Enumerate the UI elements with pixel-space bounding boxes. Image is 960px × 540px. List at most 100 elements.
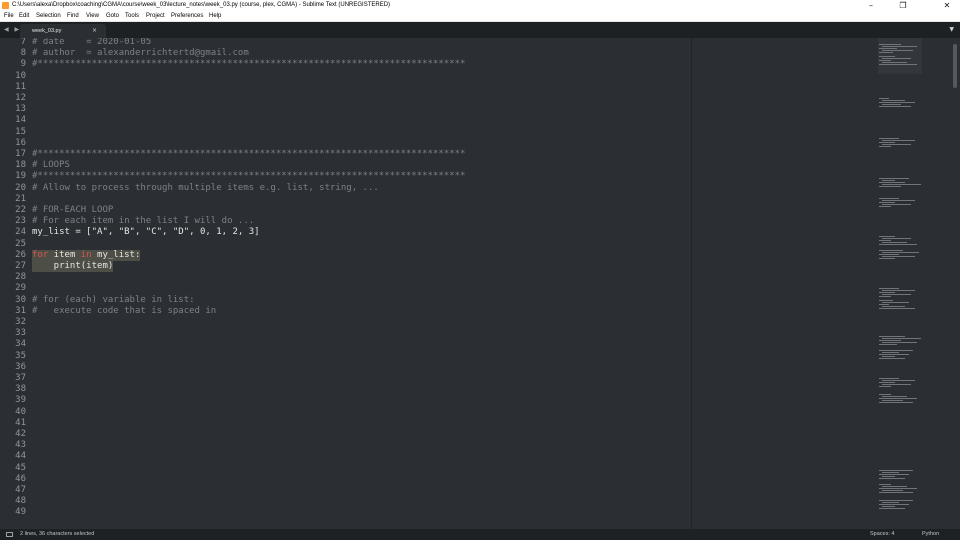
code-line[interactable]: 41	[0, 418, 691, 429]
line-number: 45	[15, 462, 26, 473]
line-number: 26	[15, 249, 26, 260]
line-number: 20	[15, 182, 26, 193]
code-line[interactable]: 36	[0, 362, 691, 373]
menu-project[interactable]: Project	[146, 11, 165, 22]
code-text: my_list = ["A", "B", "C", "D", 0, 1, 2, …	[32, 227, 260, 238]
line-number: 18	[15, 160, 26, 171]
code-line[interactable]: 22 # FOR-EACH LOOP	[0, 205, 691, 216]
code-line[interactable]: 16	[0, 138, 691, 149]
line-number: 17	[15, 149, 26, 159]
maximize-button[interactable]: ❐	[892, 0, 914, 11]
code-line[interactable]: 10	[0, 71, 691, 82]
tab-close-icon[interactable]: ×	[92, 24, 97, 38]
code-line[interactable]: 42	[0, 429, 691, 440]
minimap-code-mark	[882, 184, 921, 185]
minimap-code-mark	[879, 236, 895, 237]
minimap-code-mark	[879, 52, 893, 53]
tab-dropdown-icon[interactable]: ▼	[949, 22, 954, 38]
code-line[interactable]: 11	[0, 82, 691, 93]
line-number: 37	[15, 373, 26, 383]
menu-preferences[interactable]: Preferences	[171, 11, 203, 22]
code-line[interactable]: 14	[0, 115, 691, 126]
minimize-button[interactable]: –	[860, 0, 882, 11]
code-line[interactable]: 34	[0, 339, 691, 350]
minimap-code-mark	[879, 382, 895, 383]
code-line[interactable]: 31 # execute code that is spaced in	[0, 306, 691, 317]
line-number: 48	[15, 496, 26, 507]
code-line[interactable]: 27 print(item)	[0, 261, 691, 273]
code-line[interactable]: 43	[0, 440, 691, 451]
code-line[interactable]: 23 # For each item in the list I will do …	[0, 216, 691, 227]
minimap-code-mark	[882, 204, 911, 205]
code-line[interactable]: 33	[0, 328, 691, 339]
tab-week-03-py[interactable]: week_03.py ×	[20, 24, 106, 38]
menu-edit[interactable]: Edit	[19, 11, 29, 22]
line-number: 14	[15, 115, 26, 126]
code-line[interactable]: 21	[0, 194, 691, 205]
scrollbar-thumb[interactable]	[953, 44, 957, 88]
code-line[interactable]: 44	[0, 451, 691, 462]
minimap-code-mark	[879, 48, 897, 49]
line-number: 11	[15, 81, 26, 92]
code-line[interactable]: 15	[0, 127, 691, 138]
vertical-scrollbar[interactable]	[951, 38, 960, 529]
minimap[interactable]	[691, 38, 951, 529]
comment-token: #***************************************…	[32, 149, 466, 159]
code-line[interactable]: 46	[0, 474, 691, 485]
code-line[interactable]: 39	[0, 395, 691, 406]
code-line[interactable]: 13	[0, 104, 691, 115]
tab-nav-arrows-icon[interactable]: ◀ ▶	[4, 22, 21, 38]
code-line[interactable]: 20 # Allow to process through multiple it…	[0, 183, 691, 194]
code-line[interactable]: 26 for item in my_list:	[0, 249, 691, 261]
close-window-button[interactable]: ✕	[936, 0, 958, 11]
code-line[interactable]: 40	[0, 407, 691, 418]
code-line[interactable]: 25	[0, 239, 691, 250]
code-line[interactable]: 8 # author = alexanderrichtertd@gmail.com	[0, 48, 691, 59]
minimap-code-mark	[879, 106, 911, 107]
line-number: 7	[20, 38, 26, 47]
code-line[interactable]: 29	[0, 283, 691, 294]
menu-goto[interactable]: Goto	[106, 11, 119, 22]
code-line[interactable]: 9 #**************************************…	[0, 59, 691, 70]
panel-toggle-icon[interactable]	[6, 532, 13, 537]
code-line[interactable]: 30 # for (each) variable in list:	[0, 295, 691, 306]
menu-view[interactable]: View	[86, 11, 99, 22]
code-line[interactable]: 47	[0, 485, 691, 496]
code-line[interactable]: 37	[0, 373, 691, 384]
menu-find[interactable]: Find	[67, 11, 79, 22]
comment-token: # Allow to process through multiple item…	[32, 182, 379, 193]
minimap-code-mark	[879, 488, 917, 489]
line-number: 47	[15, 485, 26, 495]
minimap-code-mark	[882, 46, 917, 47]
line-number: 16	[15, 137, 26, 148]
minimap-code-mark	[882, 62, 907, 63]
code-line[interactable]: 18 # LOOPS	[0, 160, 691, 171]
indentation-status[interactable]: Spaces: 4	[870, 529, 894, 540]
menu-selection[interactable]: Selection	[36, 11, 61, 22]
tab-bar: ◀ ▶ week_03.py × ▼	[0, 22, 960, 38]
code-line[interactable]: 45	[0, 463, 691, 474]
code-line[interactable]: 7 # date = 2020-01-05	[0, 38, 691, 48]
code-line[interactable]: 17 #*************************************…	[0, 149, 691, 160]
menu-tools[interactable]: Tools	[125, 11, 139, 22]
minimap-code-mark	[879, 288, 899, 289]
code-line[interactable]: 19 #*************************************…	[0, 171, 691, 182]
code-line[interactable]: 38	[0, 384, 691, 395]
menu-help[interactable]: Help	[209, 11, 221, 22]
syntax-status[interactable]: Python	[922, 529, 939, 540]
minimap-code-mark	[879, 492, 913, 493]
minimap-code-mark	[879, 308, 915, 309]
code-line[interactable]: 48	[0, 496, 691, 507]
code-line[interactable]: 32	[0, 317, 691, 328]
code-line[interactable]: 49	[0, 507, 691, 518]
code-line[interactable]: 28	[0, 272, 691, 283]
minimap-code-mark	[879, 394, 891, 395]
code-editor[interactable]: 7 # date = 2020-01-05 8 # author = alexande…	[0, 38, 691, 529]
code-line[interactable]: 35	[0, 351, 691, 362]
code-text: # execute code that is spaced in	[32, 306, 216, 317]
selected-code-text: print(item)	[32, 261, 114, 273]
code-line[interactable]: 24 my_list = ["A", "B", "C", "D", 0, 1, 2…	[0, 227, 691, 238]
minimap-code-mark	[882, 472, 899, 473]
code-line[interactable]: 12	[0, 93, 691, 104]
menu-file[interactable]: File	[4, 11, 14, 22]
